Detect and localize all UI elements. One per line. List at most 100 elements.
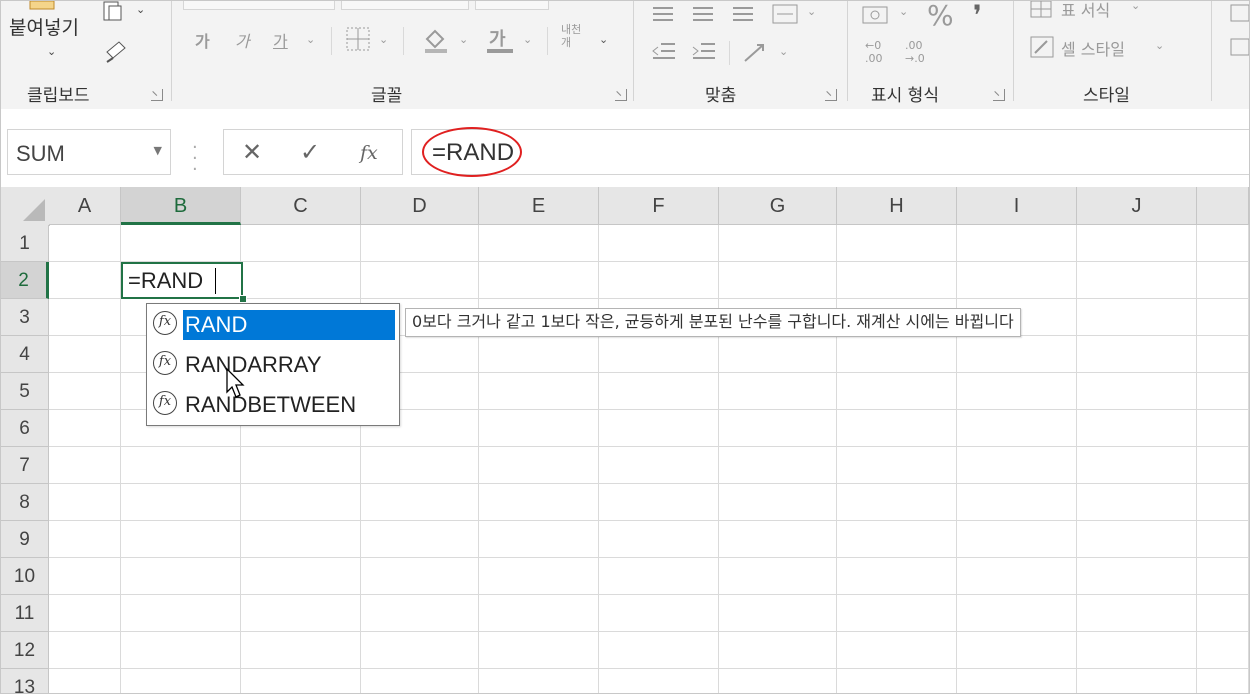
phonetic-button[interactable]: 내천 개 <box>561 23 581 49</box>
formula-input[interactable]: =RAND <box>411 127 1249 177</box>
copy-dropdown-icon[interactable]: ⌄ <box>136 3 145 16</box>
autocomplete-item-label: RAND <box>183 310 395 340</box>
column-header-partial[interactable] <box>1197 187 1249 225</box>
font-launcher-icon[interactable] <box>615 89 627 101</box>
decrease-decimal-button[interactable]: .00 →.0 <box>905 39 925 65</box>
row-header-3[interactable]: 3 <box>1 299 49 336</box>
alignment-group-label: 맞춤 <box>705 86 737 106</box>
cell-styles-dropdown-icon[interactable]: ⌄ <box>1155 39 1164 52</box>
function-tooltip: 0보다 크거나 같고 1보다 작은, 균등하게 분포된 난수를 구합니다. 재계… <box>405 308 1021 337</box>
border-icon[interactable] <box>345 26 371 52</box>
merge-center-icon[interactable] <box>771 3 799 25</box>
fill-color-icon[interactable] <box>421 25 451 55</box>
row-header-13[interactable]: 13 <box>1 669 49 693</box>
column-header-c[interactable]: C <box>241 187 361 225</box>
row-header-10[interactable]: 10 <box>1 558 49 595</box>
column-header-d[interactable]: D <box>361 187 479 225</box>
increase-decimal-button[interactable]: ←0 .00 <box>865 39 883 65</box>
cells-group-icon[interactable] <box>1229 3 1250 63</box>
font-grow-box[interactable] <box>475 1 549 10</box>
cancel-button[interactable]: ✕ <box>242 138 262 166</box>
formula-bar-grip-icon[interactable]: · · · <box>192 138 198 178</box>
increase-indent-icon[interactable] <box>691 41 717 61</box>
format-as-table-icon[interactable] <box>1029 1 1055 19</box>
merge-dropdown-icon[interactable]: ⌄ <box>807 5 816 18</box>
orientation-icon[interactable] <box>741 39 771 65</box>
select-all-button[interactable] <box>1 187 50 226</box>
autocomplete-item-rand[interactable]: fx RAND <box>147 304 399 344</box>
autocomplete-item-randarray[interactable]: fx RANDARRAY <box>147 344 399 384</box>
align-middle-icon[interactable] <box>691 5 715 23</box>
accounting-format-icon[interactable] <box>861 3 891 27</box>
alignment-divider <box>729 41 730 65</box>
paste-button[interactable]: 붙여넣기 <box>9 13 79 40</box>
column-header-a[interactable]: A <box>49 187 121 225</box>
chevron-down-icon[interactable]: ▼ <box>154 144 162 157</box>
active-cell-b2[interactable]: =RAND <box>121 262 243 299</box>
column-gridline <box>836 225 837 693</box>
format-painter-icon[interactable] <box>101 38 129 64</box>
format-as-table-dropdown-icon[interactable]: ⌄ <box>1131 1 1140 12</box>
ribbon-divider <box>847 1 848 101</box>
fill-handle[interactable] <box>239 295 247 303</box>
paste-icon[interactable] <box>29 1 55 11</box>
row-header-6[interactable]: 6 <box>1 410 49 447</box>
row-header-11[interactable]: 11 <box>1 595 49 632</box>
format-as-table-button[interactable]: 표 서식 <box>1061 1 1110 21</box>
alignment-launcher-icon[interactable] <box>825 89 837 101</box>
fill-color-dropdown-icon[interactable]: ⌄ <box>459 33 468 46</box>
cell-styles-button[interactable]: 셀 스타일 <box>1061 36 1125 60</box>
row-header-8[interactable]: 8 <box>1 484 49 521</box>
formula-bar: SUM ▼ · · · ✕ ✓ fx =RAND <box>1 109 1249 187</box>
autocomplete-item-randbetween[interactable]: fx RANDBETWEEN <box>147 384 399 424</box>
font-divider <box>547 27 548 55</box>
row-header-1[interactable]: 1 <box>1 225 49 262</box>
row-header-5[interactable]: 5 <box>1 373 49 410</box>
column-gridline <box>1076 225 1077 693</box>
row-header-7[interactable]: 7 <box>1 447 49 484</box>
row-gridline <box>49 557 1249 558</box>
insert-function-button[interactable]: fx <box>360 142 378 164</box>
text-caret <box>215 268 216 294</box>
column-header-i[interactable]: I <box>957 187 1077 225</box>
accounting-dropdown-icon[interactable]: ⌄ <box>899 5 908 18</box>
clipboard-launcher-icon[interactable] <box>151 89 163 101</box>
worksheet-grid[interactable]: ABCDEFGHIJ 1 2 3 4 5 6 7 8 9 10 11 12 13 =RAND fx RA… <box>1 187 1249 693</box>
font-color-button[interactable]: 가 <box>489 25 506 51</box>
underline-button[interactable]: 가 <box>273 28 288 52</box>
align-top-icon[interactable] <box>651 5 675 23</box>
row-header-12[interactable]: 12 <box>1 632 49 669</box>
percent-button[interactable]: % <box>927 1 954 32</box>
border-dropdown-icon[interactable]: ⌄ <box>379 33 388 46</box>
cell-styles-icon[interactable] <box>1029 35 1055 59</box>
orientation-dropdown-icon[interactable]: ⌄ <box>779 45 788 58</box>
ribbon-divider <box>1013 1 1014 101</box>
row-header-2[interactable]: 2 <box>1 262 49 299</box>
decrease-indent-icon[interactable] <box>651 41 677 61</box>
font-name-box[interactable] <box>341 1 469 10</box>
column-header-b[interactable]: B <box>121 187 241 225</box>
column-header-g[interactable]: G <box>719 187 837 225</box>
number-launcher-icon[interactable] <box>993 89 1005 101</box>
row-header-9[interactable]: 9 <box>1 521 49 558</box>
row-header-4[interactable]: 4 <box>1 336 49 373</box>
font-size-box[interactable] <box>183 1 335 10</box>
italic-button[interactable]: 가 <box>235 28 250 52</box>
underline-dropdown-icon[interactable]: ⌄ <box>306 33 315 46</box>
column-header-j[interactable]: J <box>1077 187 1197 225</box>
copy-icon[interactable] <box>101 1 127 23</box>
column-header-f[interactable]: F <box>599 187 719 225</box>
align-bottom-icon[interactable] <box>731 5 755 23</box>
bold-button[interactable]: 가 <box>195 28 210 52</box>
chevron-down-icon[interactable]: ⌄ <box>47 45 56 58</box>
font-group-label: 글꼴 <box>371 86 403 106</box>
phonetic-dropdown-icon[interactable]: ⌄ <box>599 33 608 46</box>
column-header-e[interactable]: E <box>479 187 599 225</box>
excel-window: 붙여넣기 ⌄ ⌄ 클립보드 가 가 가 ⌄ ⌄ ⌄ 가 ⌄ 내천 개 ⌄ 글꼴 … <box>0 0 1250 694</box>
enter-button[interactable]: ✓ <box>300 138 320 166</box>
row-gridline <box>49 483 1249 484</box>
name-box[interactable]: SUM ▼ <box>7 129 171 175</box>
font-color-dropdown-icon[interactable]: ⌄ <box>523 33 532 46</box>
comma-style-button[interactable]: ❜ <box>973 1 982 32</box>
column-header-h[interactable]: H <box>837 187 957 225</box>
